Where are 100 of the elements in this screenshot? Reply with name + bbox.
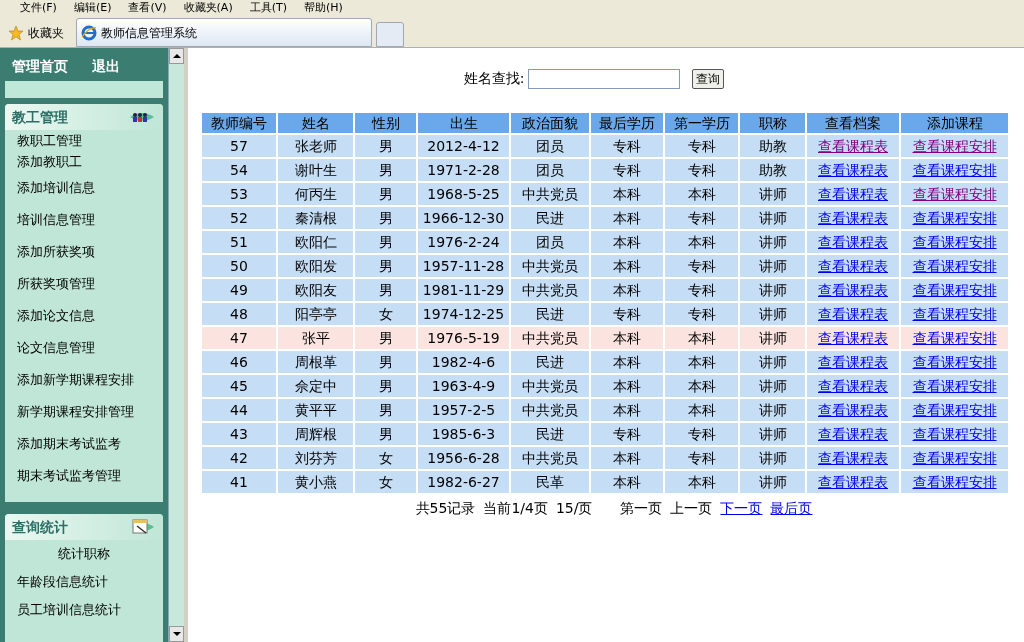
table-cell: 黄小燕 (278, 471, 353, 493)
scroll-down-icon[interactable] (169, 626, 184, 642)
table-cell: 讲师 (740, 231, 805, 253)
sidebar-link[interactable]: 添加教职工 (5, 151, 164, 172)
table-cell: 本科 (591, 399, 663, 421)
table-cell: 本科 (665, 327, 738, 349)
table-cell: 团员 (511, 231, 589, 253)
table-cell: 专科 (665, 447, 738, 469)
table-cell: 本科 (591, 231, 663, 253)
table-cell: 52 (202, 207, 276, 229)
browser-tab[interactable]: 教师信息管理系统 (76, 18, 372, 47)
table-cell: 讲师 (740, 351, 805, 373)
table-cell: 讲师 (740, 183, 805, 205)
column-header: 姓名 (278, 113, 353, 133)
table-cell: 中共党员 (511, 399, 589, 421)
menu-item[interactable]: 文件(F) (20, 0, 57, 17)
table-cell: 男 (355, 207, 416, 229)
search-button[interactable]: 查询 (692, 68, 725, 89)
table-cell: 讲师 (740, 207, 805, 229)
pagination-text: 第一页 (620, 499, 663, 518)
favorites-button[interactable]: 收藏夹 (4, 19, 68, 47)
column-header: 最后学历 (591, 113, 663, 133)
scroll-up-icon[interactable] (169, 48, 184, 64)
sidebar-link[interactable]: 添加期末考试监考 (5, 428, 164, 460)
table-cell: 刘芬芳 (278, 447, 353, 469)
sidebar-link[interactable]: 期末考试监考管理 (5, 460, 164, 492)
pagination-link[interactable]: 下一页 (720, 498, 763, 519)
column-header: 性别 (355, 113, 416, 133)
sidebar-link[interactable]: 添加培训信息 (5, 172, 164, 204)
column-header: 添加课程 (901, 113, 1008, 133)
table-cell: 1976-2-24 (418, 231, 509, 253)
table-cell: 民革 (511, 471, 589, 493)
menu-item[interactable]: 查看(V) (128, 0, 167, 17)
section-title: 教工管理 (12, 107, 68, 127)
table-cell: 本科 (591, 255, 663, 277)
menu-item[interactable]: 编辑(E) (73, 0, 112, 17)
table-cell: 女 (355, 303, 416, 325)
table-cell: 47 (202, 327, 276, 349)
table-cell: 男 (355, 135, 416, 157)
table-cell: 本科 (665, 471, 738, 493)
table-cell: 本科 (591, 327, 663, 349)
sidebar-link[interactable]: 论文信息管理 (5, 332, 164, 364)
sidebar-link[interactable]: 添加新学期课程安排 (5, 364, 164, 396)
table-cell: 本科 (591, 375, 663, 397)
table-cell: 45 (202, 375, 276, 397)
table-cell: 专科 (591, 159, 663, 181)
table-cell: 欧阳友 (278, 279, 353, 301)
pagination-text: 当前1/4页 (483, 499, 548, 518)
table-cell: 男 (355, 375, 416, 397)
table-cell: 专科 (591, 303, 663, 325)
sidebar-link[interactable]: 培训信息管理 (5, 204, 164, 236)
table-cell: 男 (355, 159, 416, 181)
table-cell: 专科 (665, 135, 738, 157)
sidebar-link[interactable]: 新学期课程安排管理 (5, 396, 164, 428)
pagination-text: 15/页 (555, 499, 593, 518)
table-cell: 女 (355, 471, 416, 493)
table-cell: 1963-4-9 (418, 375, 509, 397)
menu-item[interactable]: 帮助(H) (304, 0, 343, 17)
column-header: 职称 (740, 113, 805, 133)
column-header: 政治面貌 (511, 113, 589, 133)
sidebar-link[interactable]: 添加所获奖项 (5, 236, 164, 268)
menu-item[interactable]: 工具(T) (249, 0, 287, 17)
table-cell: 2012-4-12 (418, 135, 509, 157)
table-cell: 男 (355, 351, 416, 373)
table-cell: 专科 (665, 303, 738, 325)
table-cell: 本科 (665, 351, 738, 373)
table-cell: 本科 (591, 447, 663, 469)
table-cell: 1981-11-29 (418, 279, 509, 301)
table-cell: 讲师 (740, 303, 805, 325)
table-cell: 专科 (665, 159, 738, 181)
table-cell: 1985-6-3 (418, 423, 509, 445)
pagination-link[interactable]: 最后页 (770, 498, 813, 519)
nav-link[interactable]: 管理首页 (12, 56, 68, 77)
table-cell: 民进 (511, 303, 589, 325)
menu-item[interactable]: 收藏夹(A) (183, 0, 233, 17)
sidebar-link[interactable]: 员工培训信息统计 (5, 596, 164, 624)
search-field[interactable] (528, 68, 681, 89)
table-cell: 佘定中 (278, 375, 353, 397)
table-cell: 男 (355, 231, 416, 253)
sidebar-link[interactable]: 所获奖项管理 (5, 268, 164, 300)
table-cell: 谢叶生 (278, 159, 353, 181)
column-header: 教师编号 (202, 113, 276, 133)
table-cell: 本科 (665, 183, 738, 205)
sidebar-link[interactable]: 添加论文信息 (5, 300, 164, 332)
table-cell: 男 (355, 399, 416, 421)
browser-icon (81, 24, 97, 41)
table-cell: 张平 (278, 327, 353, 349)
table-cell: 41 (202, 471, 276, 493)
table-cell: 助教 (740, 159, 805, 181)
sidebar-link[interactable]: 统计职称 (58, 540, 111, 568)
table-cell: 42 (202, 447, 276, 469)
sidebar-link[interactable]: 教职工管理 (5, 130, 164, 151)
table-cell: 46 (202, 351, 276, 373)
sidebar-link[interactable]: 年龄段信息统计 (5, 568, 164, 596)
pagination-text: 共55记录 (415, 499, 476, 518)
column-header: 第一学历 (665, 113, 738, 133)
table-cell: 讲师 (740, 255, 805, 277)
table-cell: 专科 (591, 135, 663, 157)
nav-link[interactable]: 退出 (92, 56, 120, 77)
table-cell: 本科 (665, 231, 738, 253)
